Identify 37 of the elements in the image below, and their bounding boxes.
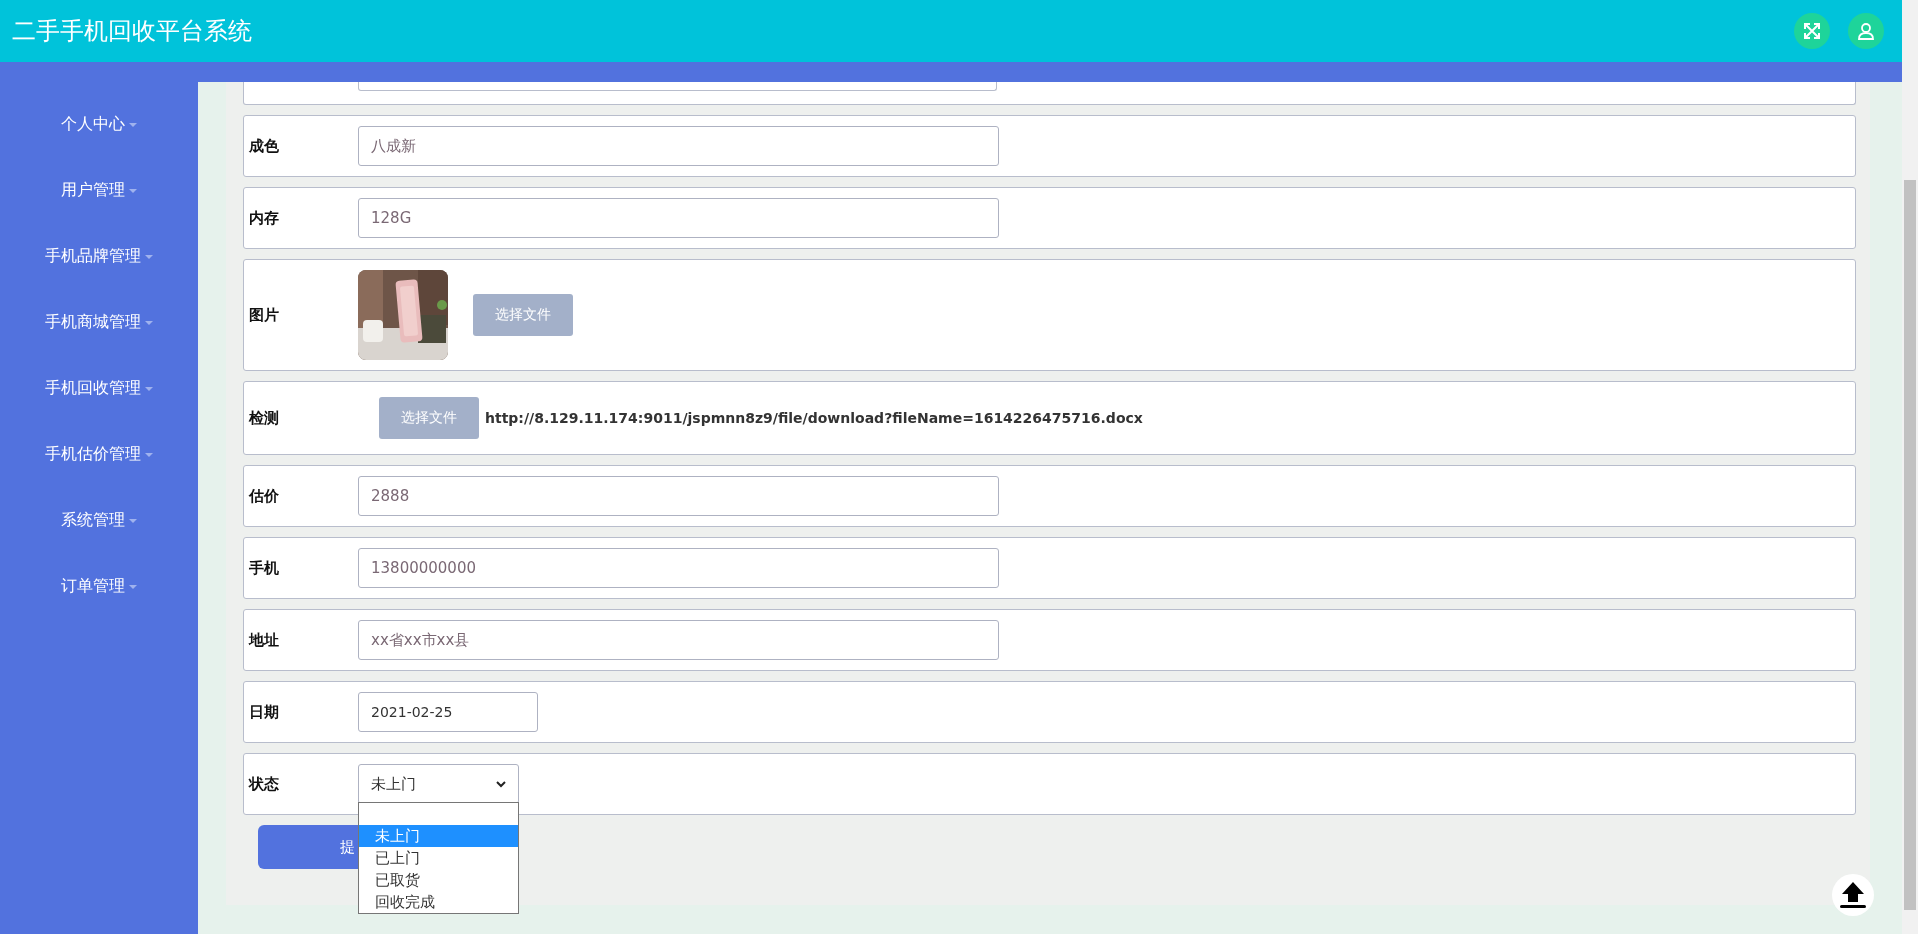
app-title: 二手手机回收平台系统 <box>12 16 252 47</box>
dropdown-option[interactable]: 回收完成 <box>359 891 518 913</box>
choose-file-button[interactable]: 选择文件 <box>473 294 573 336</box>
field-label: 检测 <box>247 408 280 428</box>
chevron-down-icon <box>496 780 506 788</box>
sidebar-item[interactable]: 手机品牌管理 <box>45 246 153 312</box>
field-label: 手机 <box>248 558 280 578</box>
field-label: 地址 <box>247 630 280 650</box>
field-label: 成色 <box>248 136 280 156</box>
dropdown-option[interactable]: 已取货 <box>359 869 518 891</box>
input-field[interactable]: 八成新 <box>358 126 999 166</box>
input-field[interactable]: 13800000000 <box>358 548 999 588</box>
field-label: 图片 <box>248 305 280 325</box>
input-field[interactable]: 2888 <box>358 476 999 516</box>
fullscreen-icon[interactable] <box>1794 13 1830 49</box>
choose-file-button[interactable]: 选择文件 <box>379 397 479 439</box>
field-label: 状态 <box>247 774 280 794</box>
file-link[interactable]: http://8.129.11.174:9011/jspmnn8z9/file/download?fileName=1614226475716.docx <box>485 410 1143 426</box>
scrollbar[interactable] <box>1902 0 1918 934</box>
field-label: 日期 <box>248 702 280 722</box>
status-select[interactable]: 未上门 <box>358 764 519 804</box>
sidebar-item[interactable]: 订单管理 <box>61 576 137 642</box>
input-field[interactable]: xx省xx市xx县 <box>358 620 999 660</box>
sidebar-item[interactable]: 用户管理 <box>61 180 137 246</box>
user-icon[interactable] <box>1848 13 1884 49</box>
date-field[interactable]: 2021-02-25 <box>358 692 538 732</box>
input-field[interactable] <box>358 82 997 91</box>
field-label: 估价 <box>247 486 280 506</box>
input-field[interactable]: 128G <box>358 198 999 238</box>
sidebar-item[interactable]: 个人中心 <box>61 114 137 180</box>
dropdown-option[interactable]: 未上门 <box>359 825 518 847</box>
sidebar-item[interactable]: 手机回收管理 <box>45 378 153 444</box>
sidebar-item[interactable]: 手机商城管理 <box>45 312 153 378</box>
field-label: 内存 <box>248 208 280 228</box>
sidebar-item[interactable]: 系统管理 <box>61 510 137 576</box>
upload-icon[interactable] <box>1832 874 1874 916</box>
sidebar-item[interactable]: 手机估价管理 <box>45 444 153 510</box>
